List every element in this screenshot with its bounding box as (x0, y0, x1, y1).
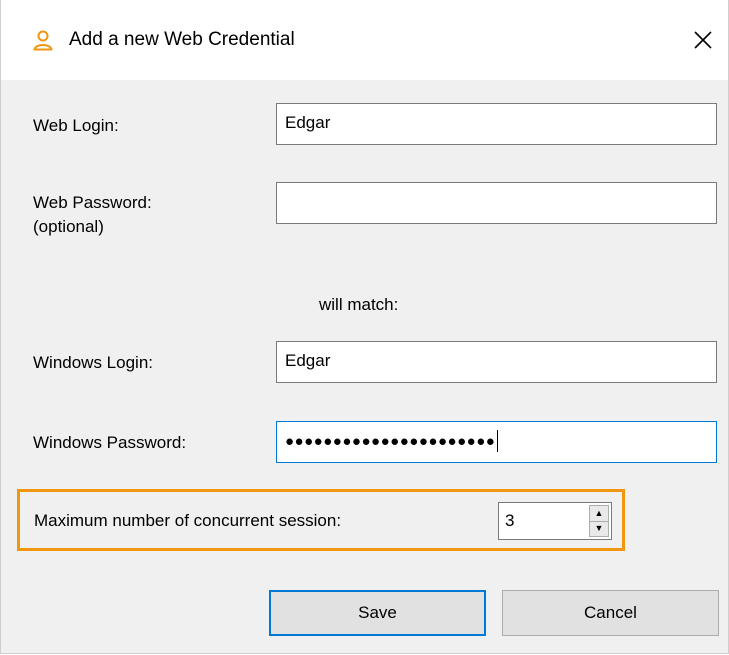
windows-password-label: Windows Password: (33, 433, 187, 452)
close-button[interactable] (681, 20, 725, 60)
title-bar: Add a new Web Credential (1, 0, 728, 80)
max-sessions-value[interactable]: 3 (505, 510, 514, 532)
stepper-buttons: ▲ ▼ (589, 505, 609, 537)
windows-password-masked-value: ●●●●●●●●●●●●●●●●●●●●●● (285, 433, 496, 450)
spin-down-icon: ▼ (594, 523, 604, 534)
cancel-button-label: Cancel (584, 603, 637, 622)
save-button-label: Save (358, 603, 397, 622)
web-login-value: Edgar (285, 113, 331, 132)
user-icon (31, 28, 55, 52)
spin-up-icon: ▲ (594, 507, 604, 518)
windows-login-value: Edgar (285, 351, 331, 370)
web-login-label: Web Login: (33, 116, 119, 135)
web-password-label: Web Password: (33, 193, 152, 212)
add-web-credential-dialog: Add a new Web Credential Web Login: Edga… (0, 0, 729, 654)
web-login-field[interactable]: Edgar (276, 103, 717, 145)
text-caret (497, 430, 499, 452)
close-icon (694, 31, 712, 49)
max-sessions-label: Maximum number of concurrent session: (34, 511, 342, 530)
windows-login-field[interactable]: Edgar (276, 341, 717, 383)
spin-down-button[interactable]: ▼ (589, 521, 609, 537)
windows-password-field[interactable]: ●●●●●●●●●●●●●●●●●●●●●● (276, 421, 717, 463)
web-password-optional-note: (optional) (33, 217, 104, 236)
cancel-button[interactable]: Cancel (502, 590, 719, 636)
save-button[interactable]: Save (269, 590, 486, 636)
spin-up-button[interactable]: ▲ (589, 505, 609, 522)
will-match-text: will match: (319, 295, 399, 314)
dialog-title: Add a new Web Credential (69, 29, 295, 50)
windows-login-label: Windows Login: (33, 353, 154, 372)
web-password-field[interactable] (276, 182, 717, 224)
max-sessions-stepper[interactable]: 3 ▲ ▼ (498, 502, 612, 540)
